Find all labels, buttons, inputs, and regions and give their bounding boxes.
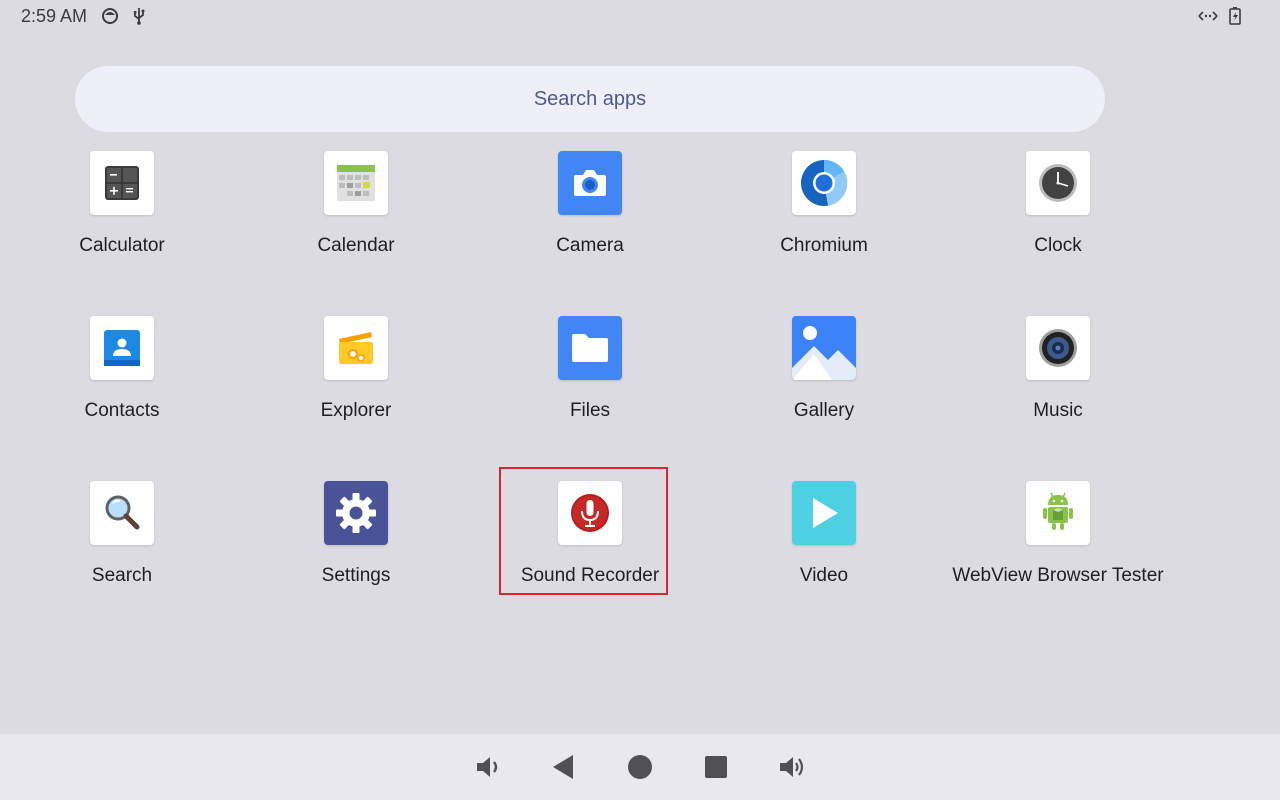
app-contacts[interactable]: Contacts [5,316,239,436]
gallery-icon[interactable] [792,316,856,380]
app-label: Clock [1034,235,1082,256]
speaker-icon[interactable] [1026,316,1090,380]
app-explorer[interactable]: Explorer [239,316,473,436]
app-settings[interactable]: Settings [239,481,473,601]
app-label: Gallery [793,400,855,421]
app-label: WebView Browser Tester [952,565,1164,586]
chromium-icon[interactable] [792,151,856,215]
app-gallery[interactable]: Gallery [707,316,941,436]
face-icon [101,6,119,26]
app-chromium[interactable]: Chromium [707,151,941,271]
status-time: 2:59 AM [21,6,88,26]
magnifier-icon[interactable] [90,481,154,545]
usb-icon [130,6,148,26]
app-label: Explorer [320,400,392,421]
app-label: Files [569,400,611,421]
calculator-icon[interactable] [90,151,154,215]
app-search[interactable]: Search [5,481,239,601]
app-calculator[interactable]: Calculator [5,151,239,271]
home-screen: 2:59 AM Search apps Calculator Calendar [0,0,1280,800]
app-camera[interactable]: Camera [473,151,707,271]
app-label: Calendar [317,235,395,256]
app-video[interactable]: Video [707,481,941,601]
data-transfer-icon [1197,6,1219,26]
app-calendar[interactable]: Calendar [239,151,473,271]
microphone-icon[interactable] [558,481,622,545]
app-music[interactable]: Music [941,316,1175,436]
folder-icon[interactable] [558,316,622,380]
status-bar: 2:59 AM [0,0,1280,32]
clock-icon[interactable] [1026,151,1090,215]
app-files[interactable]: Files [473,316,707,436]
home-icon[interactable] [625,752,655,782]
camera-icon[interactable] [558,151,622,215]
search-apps-bar[interactable]: Search apps [75,66,1105,132]
recents-icon[interactable] [701,752,731,782]
contacts-icon[interactable] [90,316,154,380]
play-icon[interactable] [792,481,856,545]
android-icon[interactable] [1026,481,1090,545]
calendar-icon[interactable] [324,151,388,215]
volume-up-icon[interactable] [777,752,807,782]
back-icon[interactable] [549,752,579,782]
app-label: Settings [321,565,391,586]
gear-icon[interactable] [324,481,388,545]
app-label: Chromium [780,235,868,256]
navigation-bar [0,734,1280,800]
explorer-icon[interactable] [324,316,388,380]
app-label: Camera [556,235,624,256]
volume-down-icon[interactable] [474,752,504,782]
app-label: Video [799,565,849,586]
app-label: Sound Recorder [520,565,660,586]
battery-charging-icon [1228,6,1242,26]
app-webview-browser-tester[interactable]: WebView Browser Tester [941,481,1175,601]
app-clock[interactable]: Clock [941,151,1175,271]
search-placeholder: Search apps [533,87,647,110]
app-sound-recorder[interactable]: Sound Recorder [473,481,707,601]
app-label: Music [1033,400,1083,421]
